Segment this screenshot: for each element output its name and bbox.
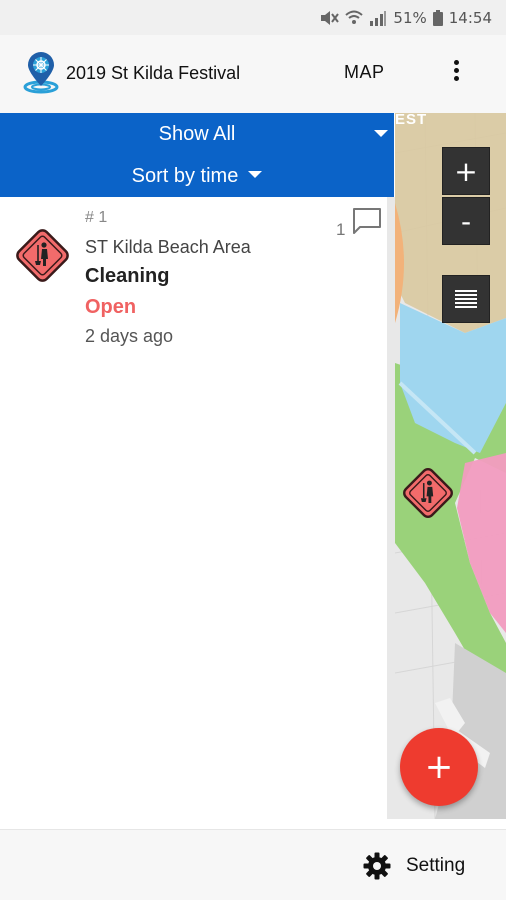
overflow-menu-icon[interactable]: [446, 57, 466, 89]
sort-dropdown[interactable]: Sort by time: [0, 165, 394, 188]
map-street-label: EST: [395, 113, 428, 128]
show-all-dropdown[interactable]: Show All: [0, 123, 394, 146]
layers-icon[interactable]: [442, 275, 490, 323]
show-all-caret-icon[interactable]: [374, 130, 388, 137]
comment-count: 1: [336, 220, 346, 239]
issue-location: ST Kilda Beach Area: [85, 237, 251, 257]
wifi-icon: [345, 10, 364, 24]
pane-divider[interactable]: [387, 197, 395, 819]
map-button[interactable]: MAP: [344, 62, 385, 83]
list-item[interactable]: # 1 ST Kilda Beach Area Cleaning Open 2 …: [0, 197, 387, 357]
filter-panel: Show All Sort by time: [0, 113, 394, 197]
issue-status: Open: [85, 296, 137, 318]
mute-icon: [321, 10, 340, 25]
gear-icon: [363, 852, 391, 880]
issue-time: 2 days ago: [85, 326, 174, 346]
issue-number: # 1: [85, 209, 108, 226]
zoom-out-button[interactable]: -: [442, 197, 490, 245]
signal-icon: [370, 10, 387, 26]
bottom-bar: Setting: [0, 829, 506, 900]
status-bar: 51% 14:54: [0, 0, 506, 35]
comment-icon[interactable]: [352, 207, 382, 235]
zoom-in-button[interactable]: +: [442, 147, 490, 195]
cleaning-warning-icon: [16, 229, 69, 282]
issue-list: # 1 ST Kilda Beach Area Cleaning Open 2 …: [0, 197, 387, 819]
battery-percent: 51%: [393, 8, 427, 27]
sort-caret-icon: [248, 171, 263, 178]
issue-category: Cleaning: [85, 265, 170, 287]
battery-icon: [432, 9, 443, 26]
app-logo-icon: [23, 52, 59, 94]
map-marker-cleaning-icon[interactable]: [401, 466, 455, 520]
sort-label: Sort by time: [131, 165, 239, 187]
settings-label: Setting: [406, 855, 466, 876]
map-view[interactable]: EST + -: [395, 113, 506, 819]
app-title: 2019 St Kilda Festival: [66, 63, 241, 83]
settings-button[interactable]: Setting: [362, 848, 465, 884]
app-bar: 2019 St Kilda Festival MAP: [0, 35, 506, 113]
clock: 14:54: [448, 8, 492, 27]
add-issue-button[interactable]: +: [400, 728, 478, 806]
